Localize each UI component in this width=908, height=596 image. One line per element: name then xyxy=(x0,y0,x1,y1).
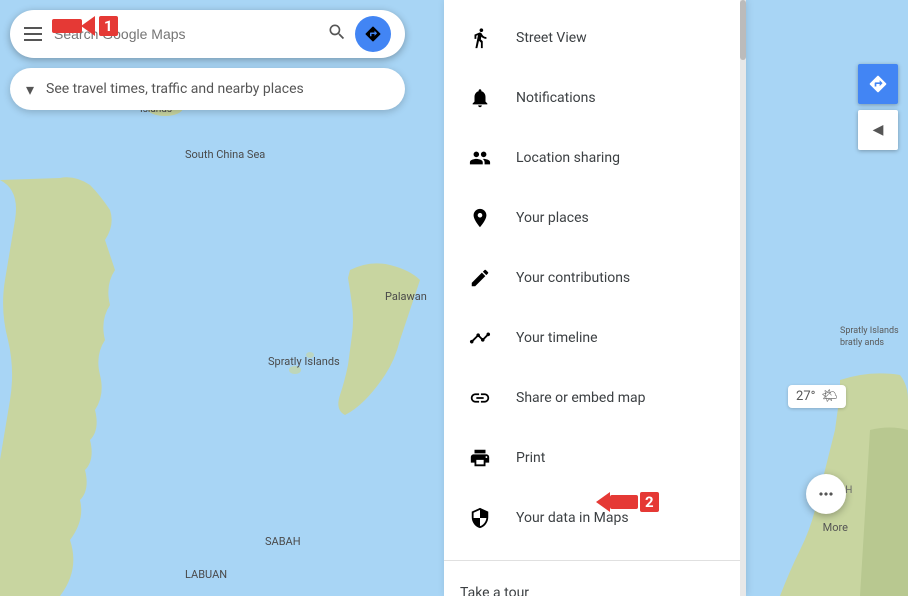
more-button[interactable] xyxy=(806,474,846,514)
bell-icon xyxy=(460,78,500,118)
menu-item-print[interactable]: Print xyxy=(444,428,744,488)
travel-bar[interactable]: ▾ See travel times, traffic and nearby p… xyxy=(10,68,405,110)
menu-item-location-sharing[interactable]: Location sharing xyxy=(444,128,744,188)
search-button[interactable] xyxy=(327,22,347,46)
annotation-arrow-1: 1 xyxy=(52,16,118,36)
menu-item-share-embed-label: Share or embed map xyxy=(516,390,645,406)
menu-item-take-tour[interactable]: Take a tour xyxy=(444,573,744,596)
menu-item-your-timeline[interactable]: Your timeline xyxy=(444,308,744,368)
menu-item-notifications-label: Notifications xyxy=(516,90,596,106)
scroll-track[interactable] xyxy=(740,0,746,596)
menu-item-street-view[interactable]: Street View xyxy=(444,8,744,68)
shield-icon xyxy=(460,498,500,538)
menu-item-location-sharing-label: Location sharing xyxy=(516,150,620,166)
more-label: More xyxy=(823,521,848,534)
people-icon xyxy=(460,138,500,178)
link-icon xyxy=(460,378,500,418)
menu-item-street-view-label: Street View xyxy=(516,30,587,46)
menu-item-timeline-label: Your timeline xyxy=(516,330,598,346)
directions-button[interactable] xyxy=(355,16,391,52)
menu-item-your-data[interactable]: Your data in Maps xyxy=(444,488,744,548)
menu-item-contributions-label: Your contributions xyxy=(516,270,630,286)
weather-icon: 🌤 xyxy=(821,389,838,404)
directions-button-right[interactable] xyxy=(858,64,898,104)
menu-item-your-data-label: Your data in Maps xyxy=(516,510,629,526)
travel-text: See travel times, traffic and nearby pla… xyxy=(46,81,304,97)
scroll-thumb[interactable] xyxy=(740,0,746,60)
person-icon xyxy=(460,18,500,58)
search-bar: 1 xyxy=(10,10,405,58)
menu-item-your-places-label: Your places xyxy=(516,210,589,226)
annotation-arrow-2: 2 xyxy=(596,492,659,512)
menu-item-your-contributions[interactable]: Your contributions xyxy=(444,248,744,308)
menu-item-print-label: Print xyxy=(516,450,545,466)
menu-item-notifications[interactable]: Notifications xyxy=(444,68,744,128)
temperature: 27° xyxy=(796,389,815,404)
chevron-left-button[interactable]: ◀ xyxy=(858,110,898,150)
menu-icon-section: Street View Notifications Location shari… xyxy=(444,0,744,556)
menu-simple-section: Take a tour Language 🈯 Tips and tricks G… xyxy=(444,565,744,596)
right-controls: ◀ xyxy=(848,0,908,596)
menu-divider xyxy=(444,560,744,561)
hamburger-button[interactable] xyxy=(24,27,42,41)
menu-item-share-embed[interactable]: Share or embed map xyxy=(444,368,744,428)
timeline-icon xyxy=(460,318,500,358)
print-icon xyxy=(460,438,500,478)
edit-icon xyxy=(460,258,500,298)
sidebar-menu: Street View Notifications Location shari… xyxy=(444,0,744,596)
chevron-down-icon: ▾ xyxy=(26,80,34,99)
menu-item-your-places[interactable]: Your places xyxy=(444,188,744,248)
weather-widget: 27° 🌤 xyxy=(788,385,846,408)
pin-icon xyxy=(460,198,500,238)
